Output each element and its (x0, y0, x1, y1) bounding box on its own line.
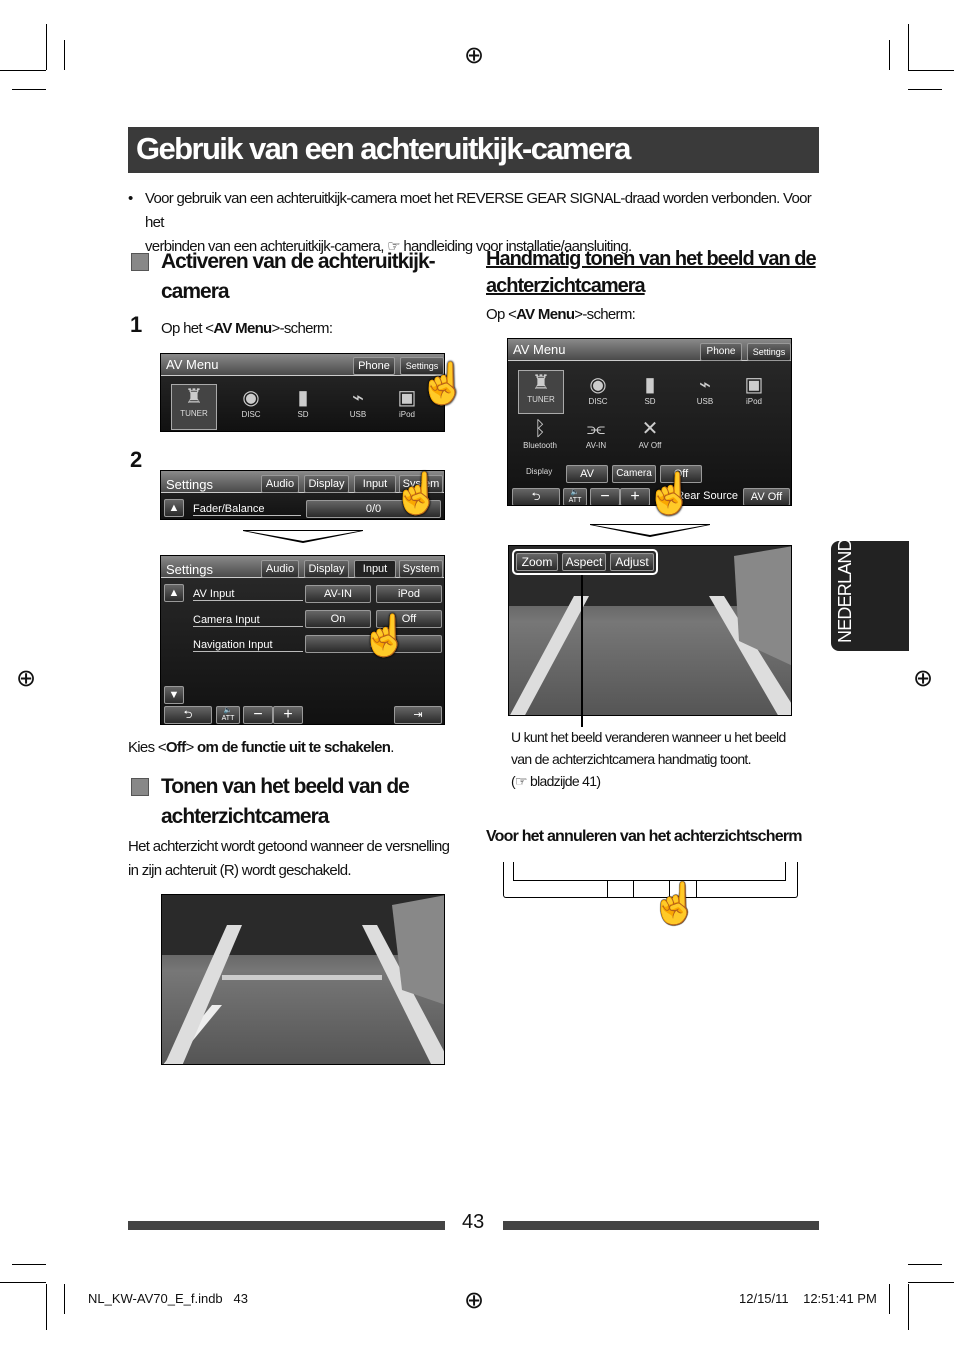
source-usb[interactable]: ⌁ USB (338, 386, 378, 419)
step1-text: Op het <AV Menu>-scherm: (161, 320, 333, 337)
av-menu-screen: AV Menu Phone Settings ♜ TUNER ◉ DISC ▮ SD … (160, 353, 445, 432)
tab-audio[interactable]: Audio (261, 560, 299, 578)
phone-button[interactable]: Phone (353, 357, 395, 375)
volume-minus-button[interactable]: − (243, 706, 273, 724)
rear-view-text: Het achterzicht wordt getoond wanneer de… (128, 838, 450, 879)
kies-off-text: Kies <Off> om de functie uit te schakele… (128, 739, 394, 756)
fader-balance-label: Fader/Balance (193, 503, 301, 516)
page-number: 43 (462, 1211, 485, 1233)
section-square-icon (131, 778, 149, 796)
zoom-button[interactable]: Zoom (516, 553, 558, 571)
hand-pointer-icon: ☝ (418, 362, 468, 406)
registration-mark-icon: ⊕ (16, 665, 37, 692)
page-title-bar: Gebruik van een achteruitkijk-camera (128, 127, 819, 173)
display-av-button[interactable]: AV (566, 465, 608, 483)
step-number: 1 (130, 312, 143, 337)
callout-line (581, 575, 583, 727)
att-button[interactable]: 🔈 ATT (563, 488, 587, 505)
language-tab: NEDERLANDS (831, 528, 909, 651)
volume-minus-button[interactable]: − (590, 488, 620, 505)
section-heading-manual: Handmatig tonen van het beeld van de acht… (486, 248, 817, 297)
source-usb[interactable]: ⌁ USB (685, 373, 725, 406)
screen-title: AV Menu (166, 357, 219, 372)
att-button[interactable]: 🔈 ATT (216, 706, 240, 724)
tab-input[interactable]: Input (354, 475, 396, 493)
av-input-ipod[interactable]: iPod (376, 585, 442, 603)
camera-note: U kunt het beeld veranderen wanneer u he… (511, 729, 786, 789)
source-disc[interactable]: ◉ DISC (231, 386, 271, 419)
tab-display[interactable]: Display (304, 475, 349, 493)
source-tuner[interactable]: ♜ TUNER (171, 384, 217, 430)
phone-button[interactable]: Phone (700, 343, 742, 361)
camera-input-label: Camera Input (193, 614, 303, 627)
volume-plus-button[interactable]: + (273, 706, 303, 724)
bullet: • (128, 190, 133, 207)
section-heading-activate: Activeren van de achteruitkijk-camera (161, 250, 436, 303)
scroll-up-button[interactable]: ▲ (164, 499, 184, 517)
screen-title: Settings (166, 477, 213, 492)
hand-pointer-icon: ☝ (360, 614, 410, 658)
av-off-button[interactable]: AV Off (743, 488, 790, 505)
rear-camera-image (161, 894, 445, 1065)
back-button[interactable]: ⮌ (512, 488, 560, 505)
page-title: Gebruik van een achteruitkijk-camera (136, 131, 631, 166)
source-av-in[interactable]: ⫘ AV-IN (576, 417, 616, 450)
hand-pointer-icon: ☝ (392, 472, 442, 516)
step-number: 2 (130, 447, 143, 472)
source-tuner[interactable]: ♜ TUNER (518, 370, 564, 414)
scroll-down-button[interactable]: ▼ (164, 686, 184, 704)
section-heading-show: Tonen van het beeld van de achterzichtcam… (161, 775, 410, 828)
settings-button[interactable]: Settings (747, 343, 791, 361)
scroll-up-button[interactable]: ▲ (164, 584, 184, 602)
hand-pointer-icon: ☝ (645, 472, 695, 516)
tab-input[interactable]: Input (354, 560, 396, 578)
av-input-avin[interactable]: AV-IN (305, 585, 371, 603)
source-disc[interactable]: ◉ DISC (578, 373, 618, 406)
source-sd[interactable]: ▮ SD (630, 373, 670, 406)
language-label: NEDERLANDS (835, 527, 855, 643)
tab-display[interactable]: Display (304, 560, 349, 578)
hand-pointer-icon: ☝ (650, 882, 700, 926)
cancel-heading: Voor het annuleren van het achterzichtsc… (486, 828, 803, 845)
registration-mark-icon: ⊕ (913, 665, 934, 692)
navigation-input-label: Navigation Input (193, 639, 303, 652)
tab-system[interactable]: System (399, 560, 443, 578)
registration-mark-icon: ⊕ (464, 42, 485, 69)
footer-file: NL_KW-AV70_E_f.indb 43 (88, 1291, 248, 1306)
source-av-off[interactable]: ✕ AV Off (630, 417, 670, 450)
screen-title: AV Menu (513, 342, 566, 357)
exit-button[interactable]: ⇥ (394, 706, 442, 724)
display-label: Display (526, 467, 553, 476)
section-square-icon (131, 253, 149, 271)
source-bluetooth[interactable]: ᛒ Bluetooth (520, 417, 560, 450)
aspect-button[interactable]: Aspect (562, 553, 606, 571)
registration-mark-icon: ⊕ (464, 1287, 485, 1314)
back-button[interactable]: ⮌ (164, 706, 212, 724)
screen-title: Settings (166, 562, 213, 577)
rear-camera-manual-image: Zoom Aspect Adjust (508, 545, 792, 716)
source-sd[interactable]: ▮ SD (283, 386, 323, 419)
tab-audio[interactable]: Audio (261, 475, 299, 493)
op-av-menu-text: Op <AV Menu>-scherm: (486, 306, 636, 323)
footer-date: 12/15/11 12:51:41 PM (739, 1291, 877, 1306)
av-input-label: AV Input (193, 588, 303, 601)
adjust-button[interactable]: Adjust (610, 553, 654, 571)
source-ipod[interactable]: ▣ iPod (734, 373, 774, 406)
